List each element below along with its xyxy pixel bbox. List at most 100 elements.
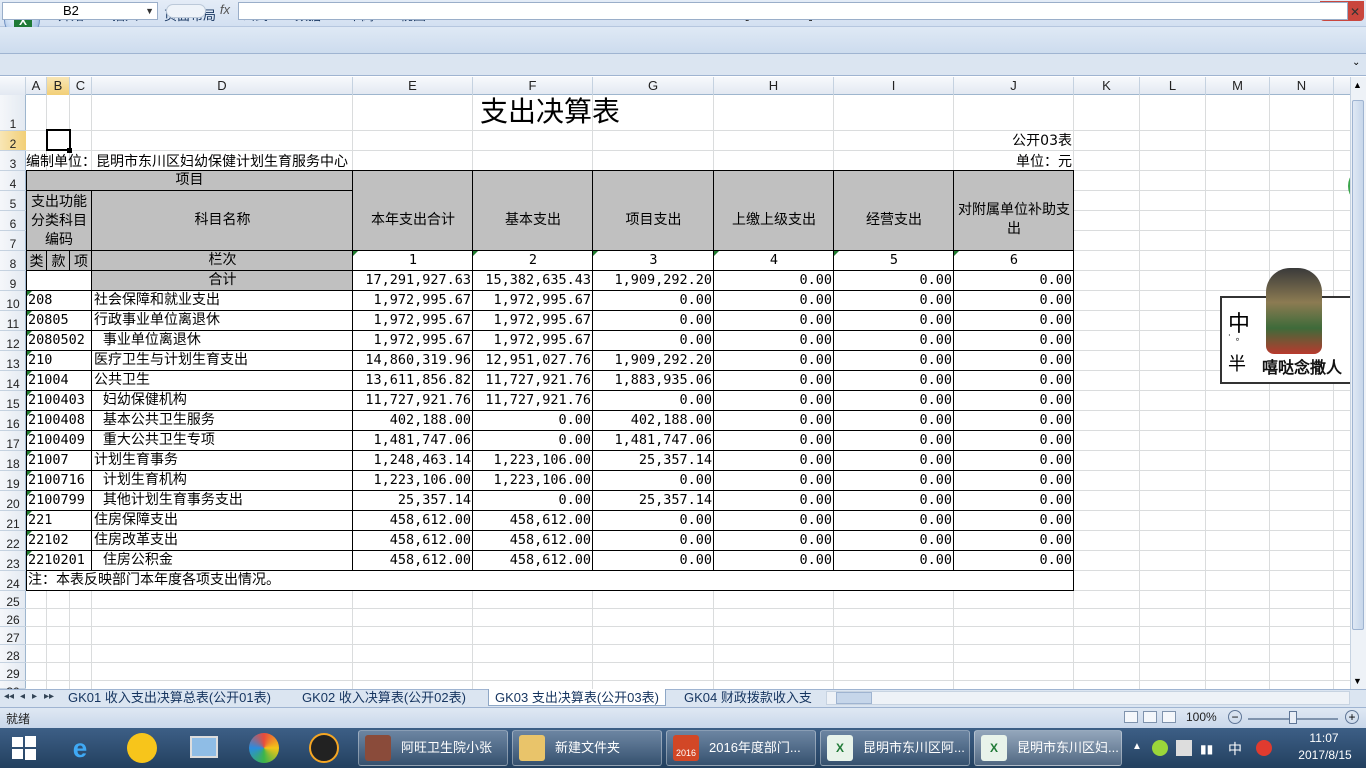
row-header[interactable]: 26 <box>0 609 26 627</box>
formula-input[interactable] <box>238 2 1348 20</box>
row-header[interactable]: 11 <box>0 311 26 331</box>
row-header[interactable]: 15 <box>0 391 26 411</box>
row-header[interactable]: 10 <box>0 291 26 311</box>
taskbar-item-excel-2[interactable]: X 昆明市东川区妇... <box>974 730 1122 766</box>
row-header[interactable]: 2 <box>0 131 26 151</box>
taskbar-item-excel-1[interactable]: X 昆明市东川区阿... <box>820 730 970 766</box>
row-header[interactable]: 8 <box>0 251 26 271</box>
column-header[interactable]: L <box>1140 77 1206 95</box>
network-icon[interactable] <box>1176 740 1192 756</box>
column-number: 4 <box>769 252 779 268</box>
column-heading: 经营支出 <box>866 212 922 228</box>
zoom-out-icon[interactable]: − <box>1228 710 1242 724</box>
workbook-close-button[interactable]: ✕ <box>1350 5 1360 19</box>
row-header[interactable]: 25 <box>0 591 26 609</box>
amount-cell: 458,612.00 <box>509 552 591 568</box>
column-header[interactable]: I <box>834 77 954 95</box>
row-header[interactable]: 4 <box>0 171 26 191</box>
vertical-scroll-thumb[interactable] <box>1352 100 1364 630</box>
column-header[interactable]: D <box>92 77 353 95</box>
sheet-tab-gk04[interactable]: GK04 财政拨款收入支 <box>678 689 820 706</box>
column-header[interactable]: N <box>1270 77 1334 95</box>
page-break-view-icon[interactable] <box>1162 711 1176 723</box>
row-header[interactable]: 12 <box>0 331 26 351</box>
column-header[interactable]: M <box>1206 77 1270 95</box>
first-sheet-icon[interactable]: ◂◂ <box>4 691 14 702</box>
scroll-down-icon[interactable]: ▼ <box>1353 676 1362 686</box>
amount-cell: 0.00 <box>799 292 832 308</box>
clock-date[interactable]: 2017/8/15 <box>1290 748 1360 762</box>
insert-function-button[interactable]: fx <box>160 2 236 20</box>
ime-indicator[interactable]: 中 <box>1228 739 1242 759</box>
media-app-icon[interactable] <box>304 732 344 764</box>
column-header[interactable]: J <box>954 77 1074 95</box>
computer-icon[interactable] <box>184 732 224 764</box>
row-header[interactable]: 9 <box>0 271 26 291</box>
row-header[interactable]: 7 <box>0 231 26 251</box>
subject-name: 医疗卫生与计划生育支出 <box>94 352 248 368</box>
row-header[interactable]: 1 <box>0 95 26 131</box>
name-box[interactable]: B2 ▼ <box>2 2 158 20</box>
amount-cell: 0.00 <box>1039 512 1072 528</box>
next-sheet-icon[interactable]: ▸ <box>32 691 37 702</box>
internet-explorer-icon[interactable]: e <box>60 732 100 764</box>
tray-expand-icon[interactable]: ▲ <box>1132 741 1142 752</box>
row-header[interactable]: 14 <box>0 371 26 391</box>
row-header[interactable]: 23 <box>0 551 26 571</box>
volume-icon[interactable]: ▮▮ <box>1200 742 1213 756</box>
tray-app-icon[interactable] <box>1152 740 1168 756</box>
last-sheet-icon[interactable]: ▸▸ <box>44 691 54 702</box>
column-header[interactable]: F <box>473 77 593 95</box>
column-header[interactable]: K <box>1074 77 1140 95</box>
zoom-in-icon[interactable]: + <box>1345 710 1359 724</box>
row-header[interactable]: 20 <box>0 491 26 511</box>
clock-time[interactable]: 11:07 <box>1292 731 1356 745</box>
amount-cell: 0.00 <box>799 552 832 568</box>
start-button-icon[interactable] <box>4 732 44 764</box>
scroll-up-icon[interactable]: ▲ <box>1353 80 1362 90</box>
sheet-tab-gk02[interactable]: GK02 收入决算表(公开02表) <box>296 689 472 706</box>
amount-cell: 25,357.14 <box>638 452 712 468</box>
column-header[interactable]: H <box>714 77 834 95</box>
row-header[interactable]: 19 <box>0 471 26 491</box>
row-header[interactable]: 18 <box>0 451 26 471</box>
sheet-tab-gk03[interactable]: GK03 支出决算表(公开03表) <box>488 689 666 706</box>
taskbar-item-folder[interactable]: 新建文件夹 <box>512 730 662 766</box>
row-header[interactable]: 28 <box>0 645 26 663</box>
security-icon[interactable] <box>1256 740 1272 756</box>
name-box-dropdown-icon[interactable]: ▼ <box>145 3 154 19</box>
horizontal-scroll-thumb[interactable] <box>836 692 872 704</box>
row-header[interactable]: 30 <box>0 681 26 699</box>
row-header[interactable]: 22 <box>0 531 26 551</box>
amount-cell: 0.00 <box>799 332 832 348</box>
column-header[interactable]: A <box>26 77 47 95</box>
row-header[interactable]: 5 <box>0 191 26 211</box>
worksheet-grid[interactable]: 支出决算表 公开03表 编制单位：昆明市东川区妇幼保健计划生育服务中心 单位：元 项目支… <box>26 95 1350 689</box>
column-header[interactable]: C <box>70 77 92 95</box>
column-header[interactable]: G <box>593 77 714 95</box>
zoom-level[interactable]: 100% <box>1186 710 1217 724</box>
music-player-icon[interactable] <box>122 732 162 764</box>
normal-view-icon[interactable] <box>1124 711 1138 723</box>
row-header[interactable]: 6 <box>0 211 26 231</box>
sheet-tab-gk01[interactable]: GK01 收入支出决算总表(公开01表) <box>62 689 277 706</box>
row-header[interactable]: 24 <box>0 571 26 591</box>
page-layout-view-icon[interactable] <box>1143 711 1157 723</box>
taskbar-item-ppt[interactable]: 2016 2016年度部门... <box>666 730 816 766</box>
row-header[interactable]: 3 <box>0 151 26 171</box>
browser-360-icon[interactable] <box>244 732 284 764</box>
column-header[interactable]: E <box>353 77 473 95</box>
horizontal-scrollbar[interactable] <box>826 691 1350 705</box>
taskbar-item-chat[interactable]: 阿旺卫生院小张 <box>358 730 508 766</box>
select-all-button[interactable] <box>0 77 26 95</box>
column-header[interactable]: B <box>47 77 70 95</box>
expand-formula-bar-icon[interactable]: ⌄ <box>1352 57 1360 68</box>
row-header[interactable]: 13 <box>0 351 26 371</box>
row-header[interactable]: 27 <box>0 627 26 645</box>
zoom-slider-knob[interactable] <box>1289 711 1297 724</box>
row-header[interactable]: 29 <box>0 663 26 681</box>
row-header[interactable]: 21 <box>0 511 26 531</box>
prev-sheet-icon[interactable]: ◂ <box>20 691 25 702</box>
row-header[interactable]: 17 <box>0 431 26 451</box>
row-header[interactable]: 16 <box>0 411 26 431</box>
